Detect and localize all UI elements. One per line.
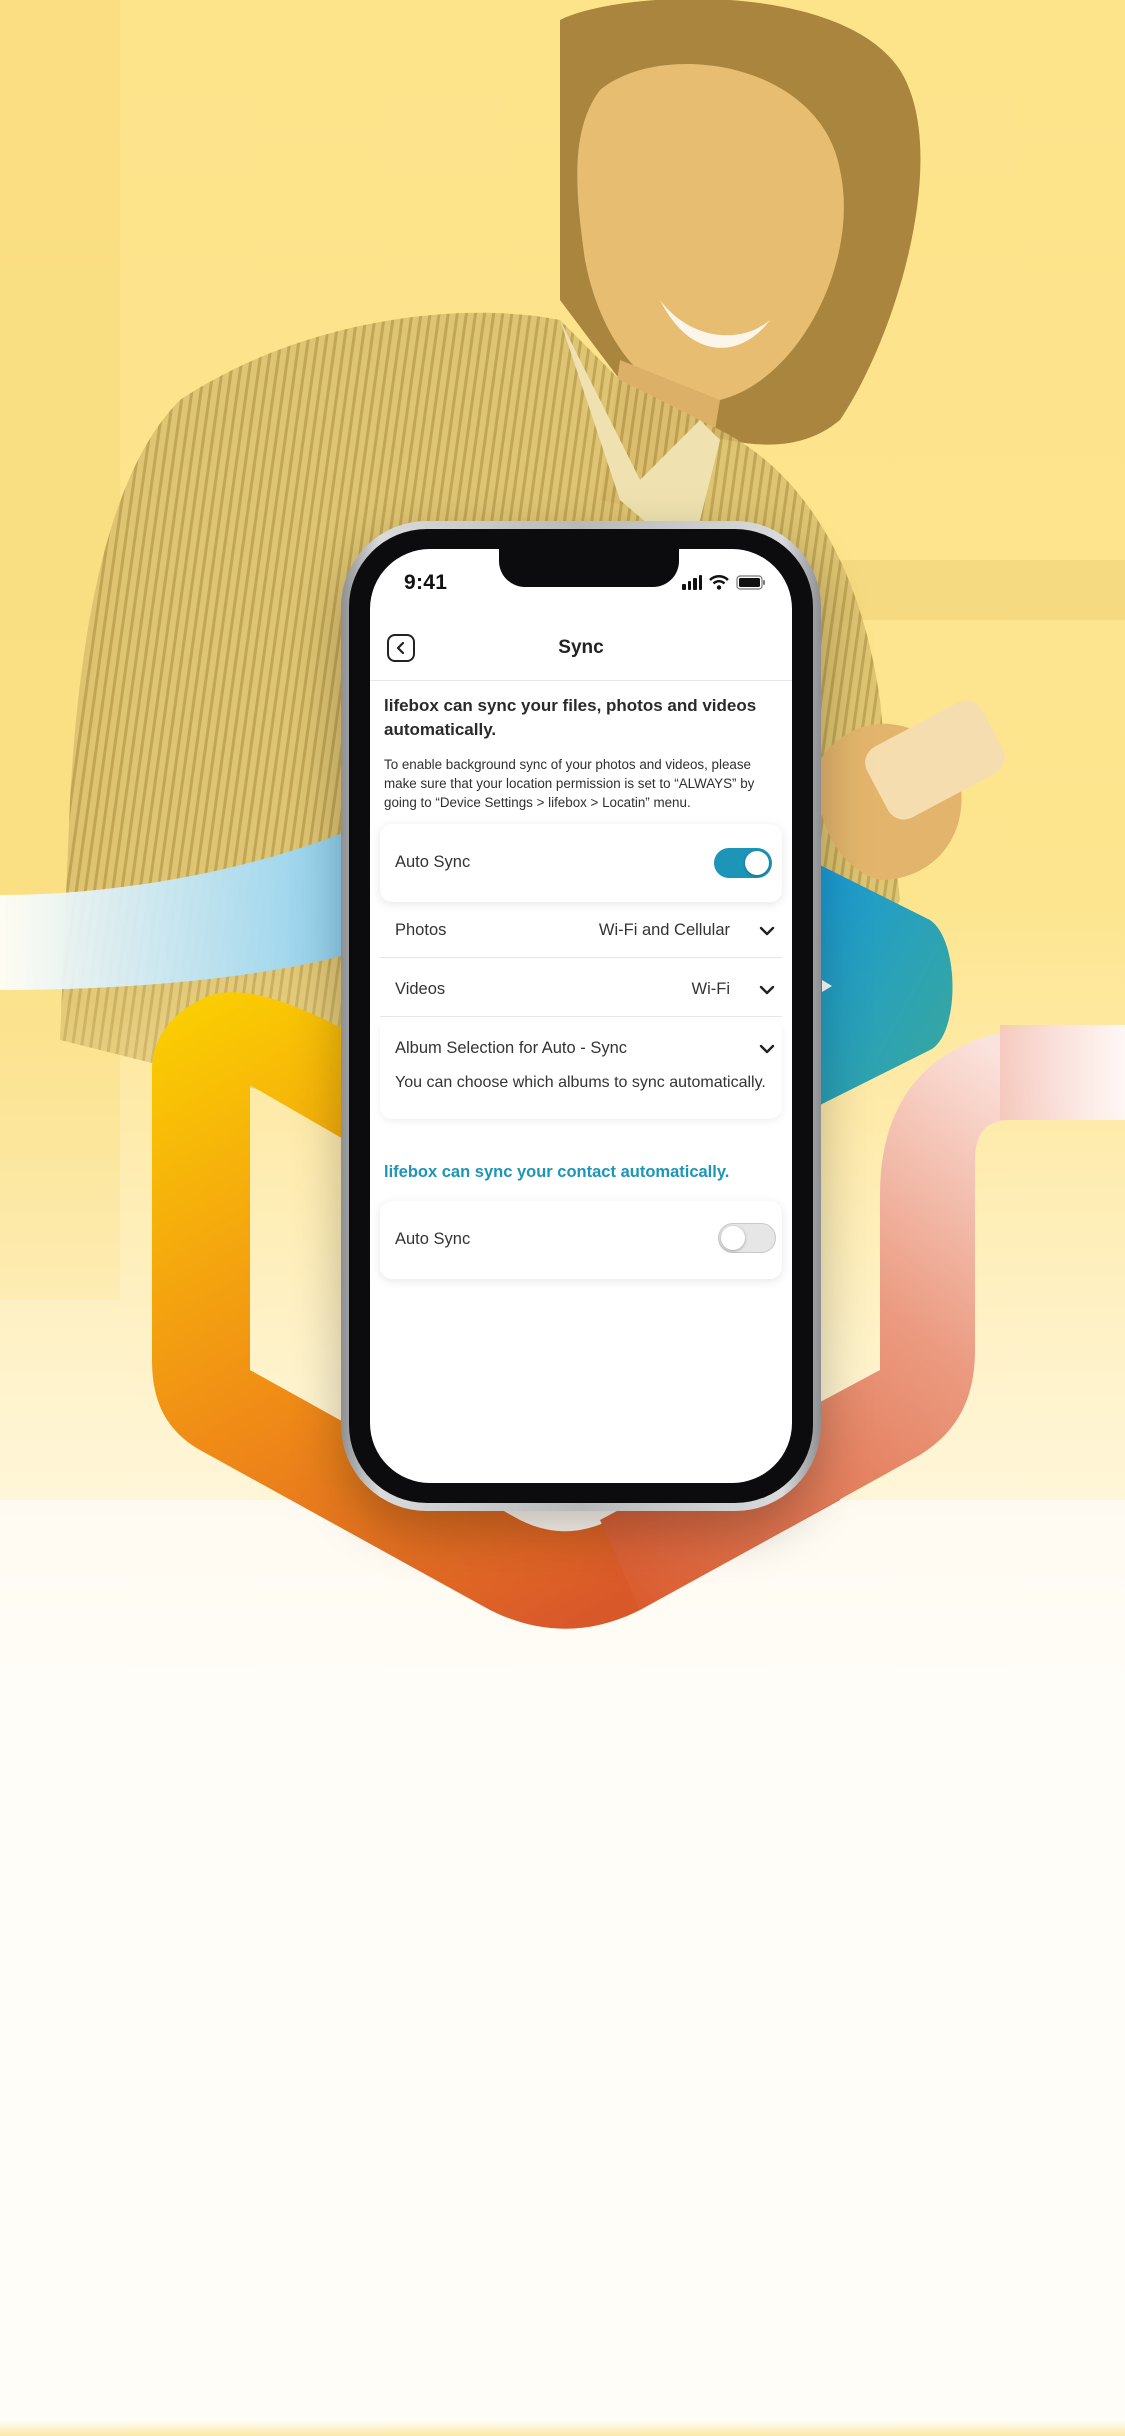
album-selection-card[interactable]: Album Selection for Auto - Sync You can … <box>380 1019 782 1119</box>
nav-divider <box>370 680 792 681</box>
status-time: 9:41 <box>404 571 448 594</box>
row-divider <box>380 1016 782 1017</box>
photos-sync-value[interactable]: Wi-Fi and Cellular <box>599 921 730 940</box>
phone-notch <box>499 549 679 587</box>
contact-auto-sync-toggle[interactable] <box>718 1223 776 1253</box>
wifi-icon <box>709 575 729 590</box>
sync-screen: 9:41 Sync lifebox can sync your files, p… <box>370 549 792 1483</box>
album-selection-description: You can choose which albums to sync auto… <box>395 1074 766 1091</box>
status-icons <box>682 575 766 590</box>
videos-label: Videos <box>395 980 446 998</box>
media-sync-heading: lifebox can sync your files, photos and … <box>384 696 757 739</box>
contact-auto-sync-label: Auto Sync <box>395 1230 471 1248</box>
album-selection-label: Album Selection for Auto - Sync <box>395 1039 628 1057</box>
media-auto-sync-toggle[interactable] <box>714 848 772 878</box>
battery-icon <box>736 575 765 590</box>
phone-mockup: 9:41 Sync lifebox can sync your files, p… <box>341 521 821 1511</box>
location-permission-note: To enable background sync of your photos… <box>384 757 755 810</box>
photos-label: Photos <box>395 921 447 939</box>
chevron-down-icon[interactable] <box>759 926 775 936</box>
chevron-down-icon[interactable] <box>759 985 775 995</box>
row-divider <box>380 957 782 958</box>
videos-sync-value[interactable]: Wi-Fi <box>692 980 730 999</box>
page-title: Sync <box>558 637 604 658</box>
media-auto-sync-card: Auto Sync <box>380 824 782 902</box>
contact-sync-heading: lifebox can sync your contact automatica… <box>384 1163 730 1181</box>
signal-icon <box>682 575 702 590</box>
media-auto-sync-label: Auto Sync <box>395 853 471 871</box>
chevron-down-icon[interactable] <box>759 1044 775 1054</box>
contact-auto-sync-card: Auto Sync <box>380 1201 782 1279</box>
